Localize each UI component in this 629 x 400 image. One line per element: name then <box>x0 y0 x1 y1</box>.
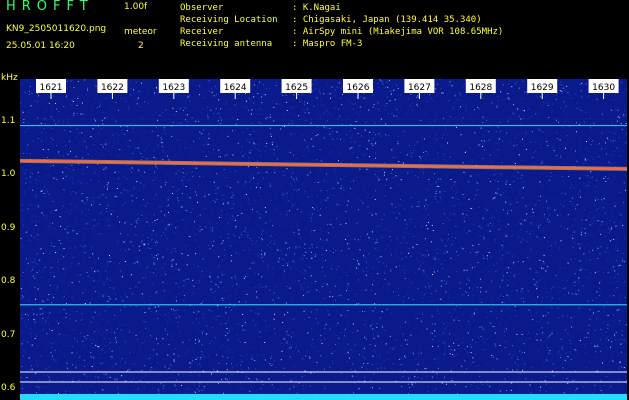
spectrogram-svg: 1621 1622 1623 1624 1625 1626 1627 1628 1629 1630 <box>20 79 627 400</box>
noise-layer <box>20 79 627 400</box>
y-tick-label: 0.7 <box>1 329 16 340</box>
spectrogram[interactable]: 1621 1622 1623 1624 1625 1626 1627 1628 1629 1630 <box>20 79 627 400</box>
x-tick-label: 1625 <box>285 83 308 93</box>
antenna-key: Receiving antenna <box>180 39 273 49</box>
location-key: Receiving Location <box>180 15 278 25</box>
observer-value: : K.Nagai <box>292 3 341 13</box>
location-value: : Chigasaki, Japan (139.414 35.340) <box>292 15 482 25</box>
x-tick-label: 1630 <box>592 83 615 93</box>
noise-floor-band <box>20 394 627 400</box>
y-tick-label: 0.6 <box>1 383 16 394</box>
x-tick-label: 1626 <box>347 83 370 93</box>
x-tick-label: 1622 <box>101 83 124 93</box>
filename-label: KN9_2505011620.png <box>6 24 107 34</box>
y-tick-label: 1.0 <box>1 169 16 180</box>
x-tick-label: 1629 <box>531 83 554 93</box>
x-tick-label: 1627 <box>408 83 431 93</box>
y-tick-label: 0.9 <box>1 222 16 233</box>
meteor-label: meteor <box>124 27 157 37</box>
carrier-signal-0 <box>20 159 627 170</box>
observer-key: Observer <box>180 3 224 13</box>
receiver-key: Receiver <box>180 27 224 37</box>
meteor-count: 2 <box>138 41 144 51</box>
antenna-value: : Maspro FM-3 <box>292 39 363 49</box>
x-tick-label: 1628 <box>469 83 492 93</box>
receiver-value: : AirSpy mini (Miakejima VOR 108.65MHz) <box>292 27 504 37</box>
y-tick-label: 1.1 <box>1 115 16 126</box>
x-tick-label: 1624 <box>224 83 247 93</box>
x-tick-label: 1621 <box>40 83 63 93</box>
app-title: HROFFT <box>6 0 94 14</box>
x-tick-label: 1623 <box>162 83 185 93</box>
datetime-label: 25.05.01 16:20 <box>6 41 75 51</box>
version-label: 1.00f <box>124 2 148 12</box>
y-tick-label: 0.8 <box>1 276 16 287</box>
y-axis-unit: kHz <box>1 73 18 83</box>
